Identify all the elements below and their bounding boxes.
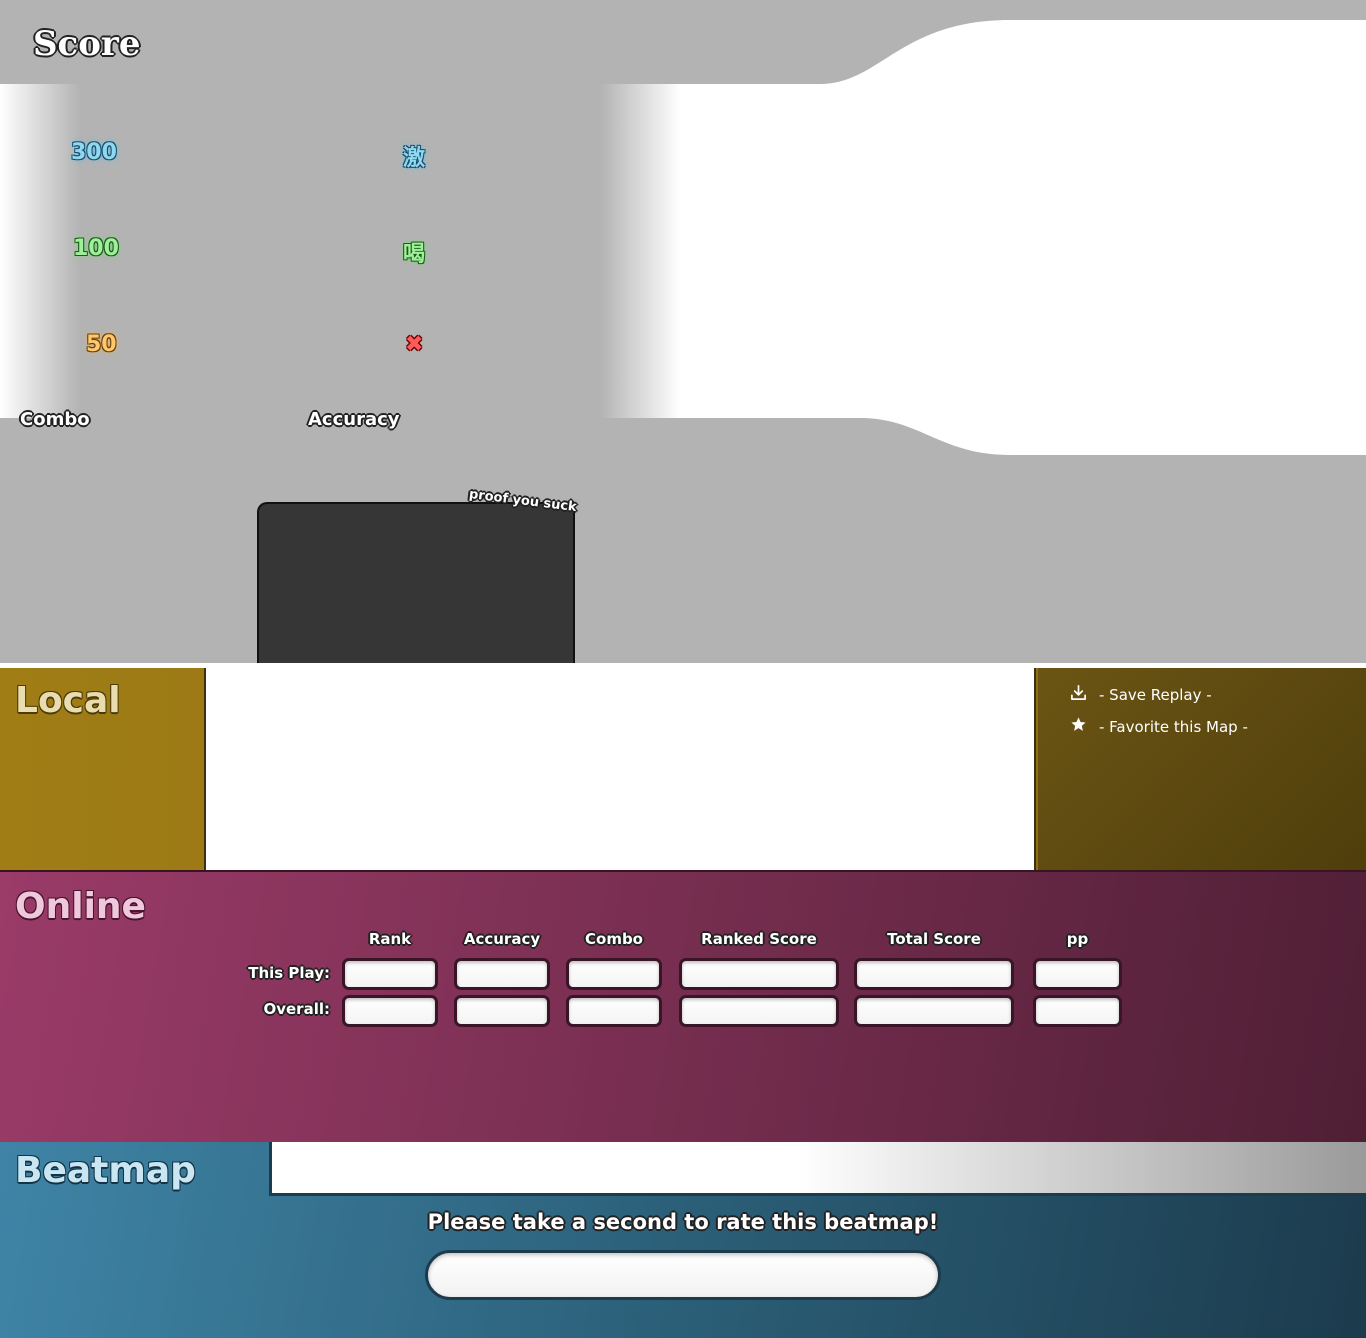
hit-100-label: 100 [73,236,119,261]
star-icon [1070,716,1087,737]
column-ranked-score: Ranked Score [701,930,817,948]
this-play-ranked-score-cell [679,958,839,990]
save-replay-button[interactable]: - Save Replay - [1070,684,1212,705]
combo-label: Combo [20,409,90,430]
beatmap-section: Beatmap Please take a second to rate thi… [0,1142,1366,1338]
online-section: Online Rank Accuracy Combo Ranked Score … [0,870,1366,1142]
this-play-total-score-cell [854,958,1014,990]
hit-50-label: 50 [86,332,117,357]
column-rank: Rank [368,930,412,948]
hit-miss-icon: ✖ [405,332,424,357]
this-play-accuracy-cell [454,958,550,990]
score-panel-background [0,20,1366,455]
rate-prompt: Please take a second to rate this beatma… [427,1210,939,1234]
row-overall: Overall: [263,1000,330,1018]
accuracy-label: Accuracy [308,409,400,430]
hit-katu-label: 喝 [403,242,426,267]
local-section: Local - Save Replay - - Favorite this Ma… [0,668,1366,870]
hit-300-label: 300 [71,140,117,165]
this-play-rank-cell [342,958,438,990]
column-pp: pp [1066,930,1089,948]
online-title: Online [15,886,146,927]
hit-geki-label: 激 [403,146,426,171]
score-section: Score 300 100 50 激 喝 ✖ Combo Accuracy pr… [0,0,1366,665]
local-scores-list[interactable] [204,668,1036,870]
column-total-score: Total Score [887,930,981,948]
overall-combo-cell [566,995,662,1027]
save-replay-label: - Save Replay - [1099,685,1212,704]
beatmap-info-bar [269,1142,1366,1196]
replay-panel[interactable] [257,502,575,665]
beatmap-title: Beatmap [15,1150,196,1191]
favorite-map-button[interactable]: - Favorite this Map - [1070,716,1248,737]
download-icon [1070,684,1087,705]
beatmap-rating-bar[interactable] [425,1250,941,1300]
local-actions-panel: - Save Replay - - Favorite this Map - [1038,668,1366,870]
this-play-combo-cell [566,958,662,990]
column-combo: Combo [585,930,643,948]
this-play-pp-cell [1033,958,1122,990]
local-title: Local [15,680,121,721]
column-accuracy: Accuracy [463,930,541,948]
favorite-map-label: - Favorite this Map - [1099,717,1248,736]
row-this-play: This Play: [248,964,330,982]
overall-total-score-cell [854,995,1014,1027]
overall-pp-cell [1033,995,1122,1027]
score-title: Score [33,24,141,64]
overall-ranked-score-cell [679,995,839,1027]
overall-rank-cell [342,995,438,1027]
overall-accuracy-cell [454,995,550,1027]
